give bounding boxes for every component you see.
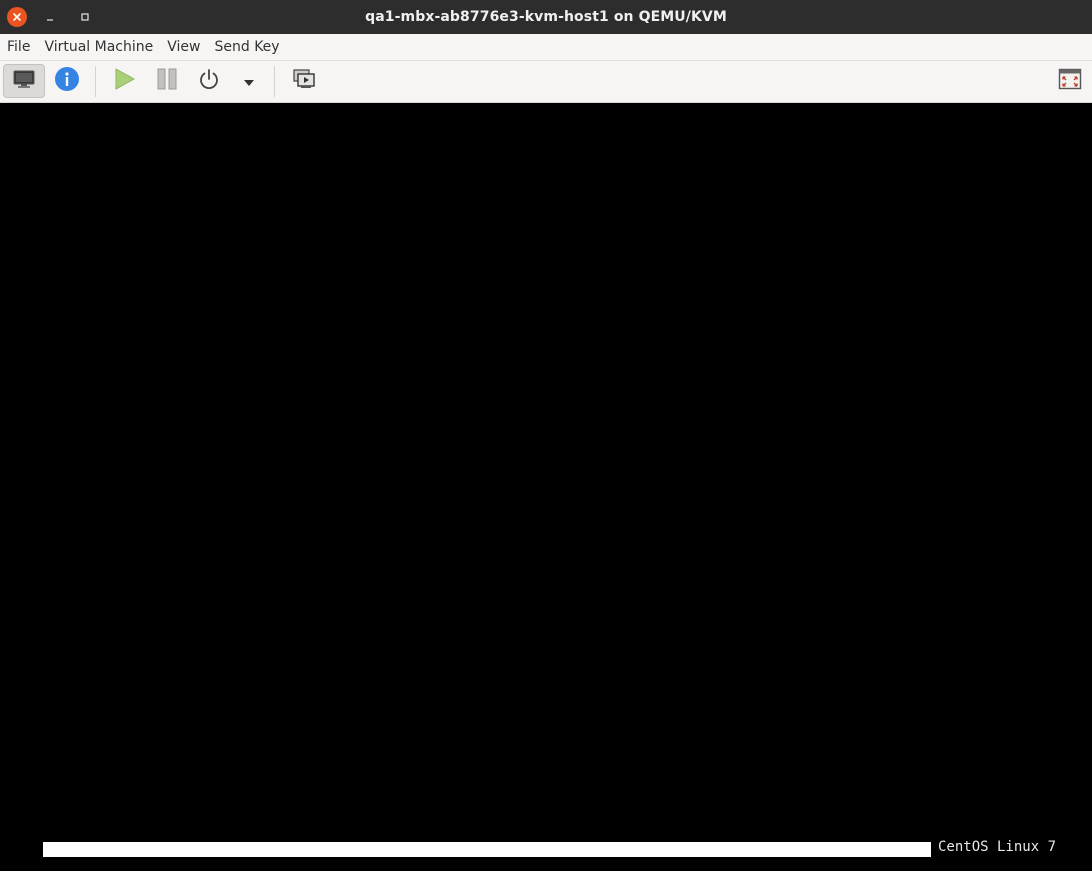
- menu-send-key[interactable]: Send Key: [207, 34, 286, 60]
- maximize-icon[interactable]: [75, 7, 95, 27]
- chevron-down-icon: [243, 72, 255, 91]
- menu-virtual-machine[interactable]: Virtual Machine: [37, 34, 160, 60]
- minimize-icon[interactable]: [40, 7, 60, 27]
- power-icon: [198, 68, 220, 94]
- pause-icon: [156, 67, 178, 95]
- monitor-icon: [12, 69, 36, 93]
- shutdown-menu-button[interactable]: [238, 64, 260, 98]
- details-view-button[interactable]: [50, 64, 84, 98]
- console-view-button[interactable]: [3, 64, 45, 98]
- info-icon: [54, 66, 80, 96]
- fullscreen-button[interactable]: [1054, 64, 1086, 98]
- toolbar: [0, 61, 1092, 103]
- menu-view[interactable]: View: [160, 34, 207, 60]
- close-icon[interactable]: [7, 7, 27, 27]
- play-icon: [112, 67, 136, 95]
- run-button[interactable]: [108, 64, 140, 98]
- window-titlebar: qa1-mbx-ab8776e3-kvm-host1 on QEMU/KVM: [0, 0, 1092, 34]
- menu-file[interactable]: File: [0, 34, 37, 60]
- menu-bar: File Virtual Machine View Send Key: [0, 34, 1092, 61]
- pause-button[interactable]: [151, 64, 183, 98]
- fullscreen-icon: [1058, 68, 1082, 94]
- snapshot-icon: [292, 68, 316, 94]
- toolbar-separator: [95, 66, 96, 97]
- snapshots-button[interactable]: [288, 64, 320, 98]
- boot-os-label: CentOS Linux 7: [938, 839, 1057, 855]
- boot-progress-bar: [43, 842, 931, 857]
- vm-console-display[interactable]: CentOS Linux 7: [0, 103, 1092, 871]
- window-title: qa1-mbx-ab8776e3-kvm-host1 on QEMU/KVM: [365, 9, 727, 25]
- toolbar-separator: [274, 66, 275, 97]
- shutdown-button[interactable]: [194, 64, 224, 98]
